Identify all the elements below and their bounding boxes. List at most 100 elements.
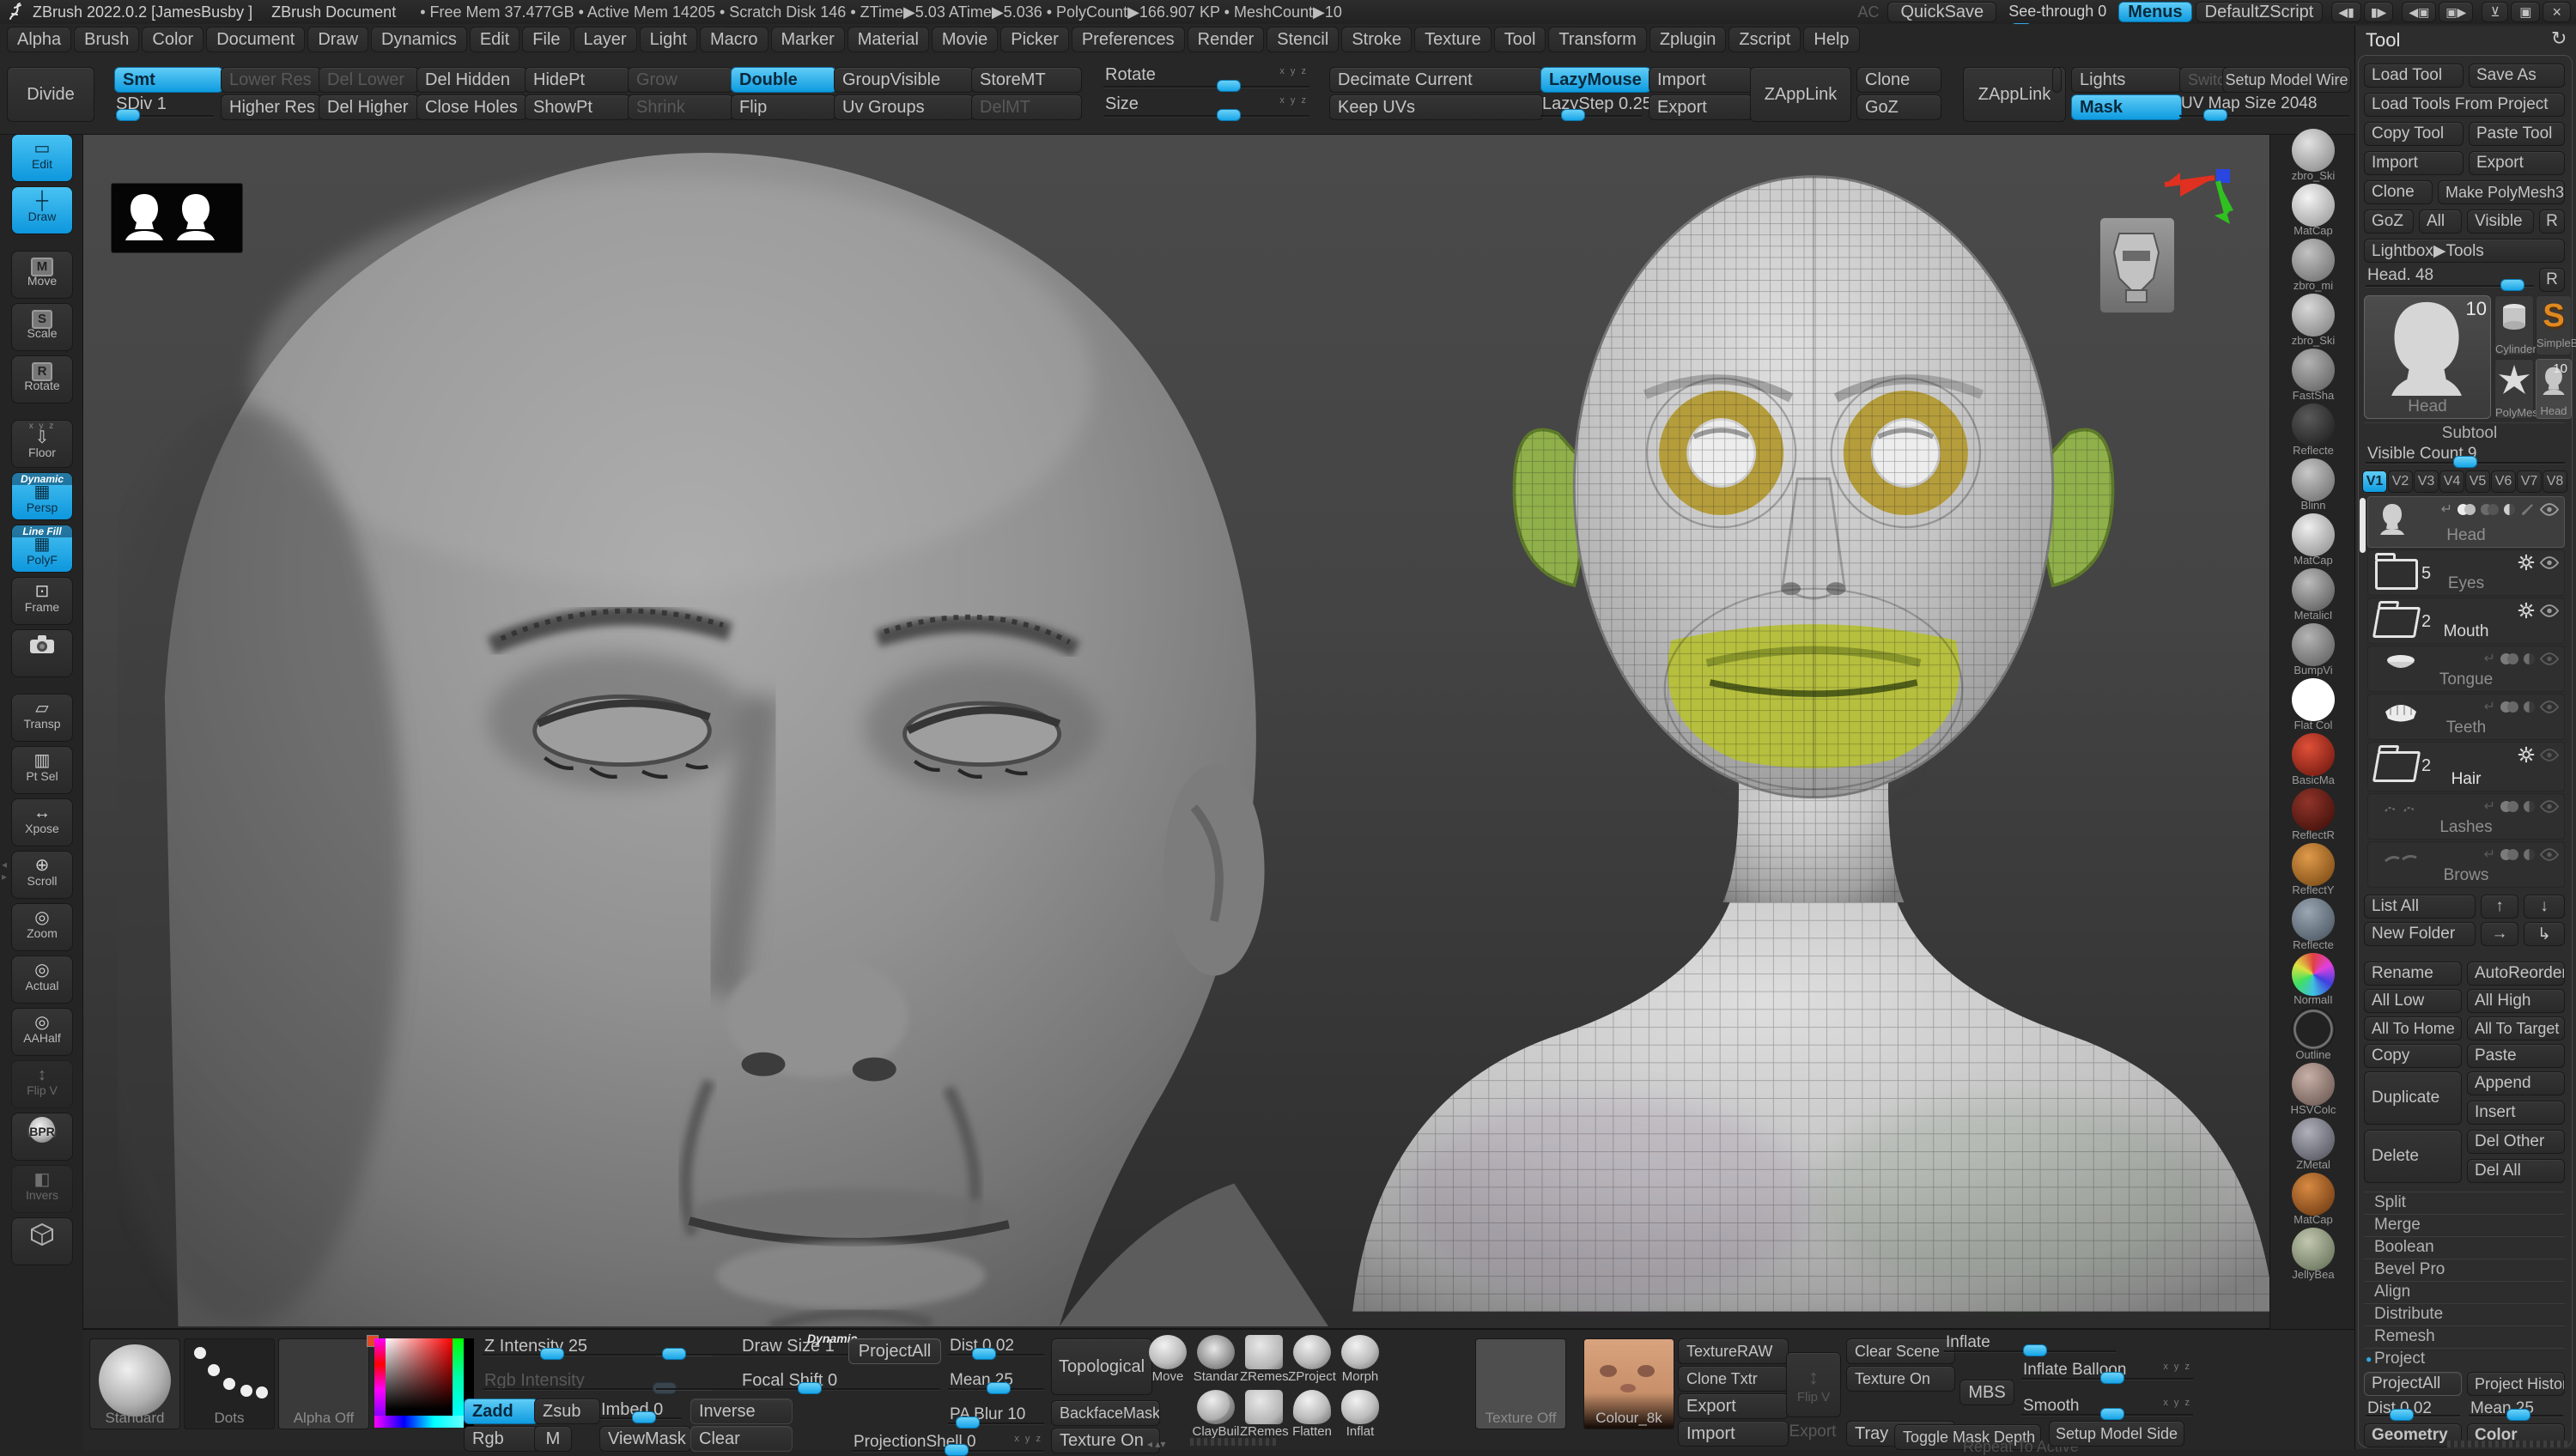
menu-stencil[interactable]: Stencil: [1267, 27, 1340, 52]
import-button[interactable]: Import: [1649, 67, 1753, 93]
duplicate-button[interactable]: Duplicate: [2364, 1071, 2462, 1125]
goz-r-button[interactable]: R: [2539, 209, 2565, 234]
tray-nav-left-icon[interactable]: ◀▮: [2331, 2, 2361, 22]
tray-nav-right-icon[interactable]: ▮▶: [2363, 2, 2394, 22]
section-split[interactable]: Split: [2364, 1192, 2565, 1212]
tab-v7[interactable]: V7: [2517, 470, 2542, 493]
zoom-button[interactable]: ◎ Zoom: [11, 903, 73, 951]
menu-texture[interactable]: Texture: [1414, 27, 1492, 52]
section-remesh[interactable]: Remesh: [2364, 1326, 2565, 1346]
dist-slider[interactable]: Dist 0.02: [948, 1337, 1044, 1360]
menu-zplugin[interactable]: Zplugin: [1649, 27, 1727, 52]
folder-icons[interactable]: [2518, 554, 2559, 571]
color-picker[interactable]: [374, 1338, 474, 1428]
bpr-button[interactable]: BPR: [11, 1113, 73, 1161]
menu-alpha[interactable]: Alpha: [7, 27, 72, 52]
section-merge[interactable]: Merge: [2364, 1214, 2565, 1235]
backfacemask-button[interactable]: BackfaceMask: [1051, 1400, 1160, 1426]
menu-brush[interactable]: Brush: [74, 27, 140, 52]
texture-export-button[interactable]: Export: [1678, 1393, 1789, 1419]
paste-tool-button[interactable]: Paste Tool: [2469, 122, 2565, 146]
edit-button[interactable]: ▭ Edit: [11, 134, 73, 182]
clone-button[interactable]: Clone: [1856, 67, 1941, 93]
menu-tool[interactable]: Tool: [1493, 27, 1546, 52]
rename-button[interactable]: Rename: [2364, 962, 2462, 986]
mean-slider[interactable]: Mean 25: [2469, 1399, 2563, 1421]
rotate-button[interactable]: R Rotate: [11, 355, 73, 403]
section-project[interactable]: ● Project: [2364, 1348, 2565, 1368]
goz-visible-button[interactable]: Visible: [2467, 209, 2534, 234]
tool-thumb-simplebrush[interactable]: S SimpleB: [2536, 295, 2576, 355]
grow-button[interactable]: Grow: [628, 67, 733, 93]
material-12[interactable]: ReflectR: [2274, 788, 2353, 840]
brush-zremesher2[interactable]: ZRemes: [1240, 1390, 1289, 1439]
move-up-icon[interactable]: ↑: [2481, 895, 2518, 919]
tab-v1[interactable]: V1: [2362, 470, 2387, 493]
menu-color[interactable]: Color: [142, 27, 204, 52]
move-down-icon[interactable]: ↓: [2524, 895, 2565, 919]
subtool-row-eyes[interactable]: 5 Eyes: [2367, 549, 2565, 596]
all-high-button[interactable]: All High: [2467, 989, 2565, 1013]
tool-name-slider[interactable]: Head. 48: [2366, 266, 2534, 291]
rotate-slider[interactable]: Rotate x y z: [1103, 65, 1309, 92]
brush-zremesher[interactable]: ZRemes: [1240, 1335, 1289, 1384]
material-0[interactable]: zbro_Ski: [2274, 129, 2353, 181]
quicksave-button[interactable]: QuickSave: [1887, 2, 1997, 22]
tool-thumb-head[interactable]: 10 Head: [2536, 359, 2572, 419]
brush-flatten[interactable]: Flatten: [1288, 1390, 1336, 1439]
tab-v4[interactable]: V4: [2439, 470, 2464, 493]
material-6[interactable]: Blinn: [2274, 458, 2353, 511]
subtool-row-icons[interactable]: ↵: [2484, 846, 2559, 863]
showpt-button[interactable]: ShowPt: [525, 94, 630, 120]
menu-marker[interactable]: Marker: [770, 27, 845, 52]
del-other-button[interactable]: Del Other: [2467, 1130, 2565, 1154]
goz-button[interactable]: GoZ: [1856, 94, 1941, 120]
flip-v-button[interactable]: ↕ Flip V: [1786, 1352, 1841, 1417]
menu-help[interactable]: Help: [1803, 27, 1860, 52]
texture-preview-thumbnail[interactable]: [111, 183, 243, 253]
document-canvas[interactable]: [82, 134, 2270, 1329]
tool-r-button[interactable]: R: [2539, 268, 2565, 292]
copy-tool-button[interactable]: Copy Tool: [2364, 122, 2464, 146]
section-align[interactable]: Align: [2364, 1281, 2565, 1301]
menu-dynamics[interactable]: Dynamics: [371, 27, 467, 52]
menu-layer[interactable]: Layer: [573, 27, 637, 52]
zapplink-button[interactable]: ZAppLink: [1750, 67, 1851, 122]
material-18[interactable]: ZMetal: [2274, 1118, 2353, 1170]
folder-icons[interactable]: [2518, 746, 2559, 763]
clear-button[interactable]: Clear: [690, 1426, 793, 1452]
del-lower-button[interactable]: Del Lower: [319, 67, 419, 93]
material-1[interactable]: MatCap: [2274, 184, 2353, 236]
tray-scroll-grip[interactable]: [1190, 1438, 1276, 1446]
folder-icons[interactable]: [2518, 602, 2559, 619]
lights-button[interactable]: Lights: [2071, 67, 2182, 93]
material-5[interactable]: Reflecte: [2274, 403, 2353, 456]
list-all-button[interactable]: List All: [2364, 895, 2476, 919]
copy-button[interactable]: Copy: [2364, 1044, 2462, 1068]
make-polymesh3d-button[interactable]: Make PolyMesh3D: [2438, 180, 2565, 204]
subtool-row-hair[interactable]: 2 Hair: [2367, 742, 2565, 792]
all-to-home-button[interactable]: All To Home: [2364, 1016, 2462, 1040]
menu-document[interactable]: Document: [206, 27, 306, 52]
tool-import-button[interactable]: Import: [2364, 151, 2464, 175]
del-hidden-button[interactable]: Del Hidden: [416, 67, 527, 93]
texture-on-button[interactable]: Texture On: [1051, 1428, 1160, 1453]
visible-count-slider[interactable]: Visible Count 9: [2366, 445, 2565, 468]
export-button[interactable]: Export: [1649, 94, 1753, 120]
projectall-button[interactable]: ProjectAll: [2364, 1372, 2462, 1396]
higher-res-button[interactable]: Higher Res: [221, 94, 321, 120]
material-16[interactable]: Outline: [2274, 1008, 2353, 1060]
aahalf-button[interactable]: ◎ AAHalf: [11, 1008, 73, 1056]
delmt-button[interactable]: DelMT: [971, 94, 1082, 120]
double-toggle[interactable]: Double: [731, 67, 836, 93]
menu-file[interactable]: File: [522, 27, 571, 52]
minimize-icon[interactable]: ⊻: [2482, 2, 2509, 22]
menu-light[interactable]: Light: [639, 27, 697, 52]
hidept-button[interactable]: HidePt: [525, 67, 630, 93]
size-slider[interactable]: Size x y z: [1103, 94, 1309, 121]
material-3[interactable]: zbro_Ski: [2274, 294, 2353, 346]
brush-inflat[interactable]: Inflat: [1336, 1390, 1384, 1439]
tool-thumb-cylinder[interactable]: Cylinder: [2494, 295, 2537, 355]
zsub-button[interactable]: Zsub: [534, 1398, 600, 1424]
groupvisible-button[interactable]: GroupVisible: [834, 67, 974, 93]
